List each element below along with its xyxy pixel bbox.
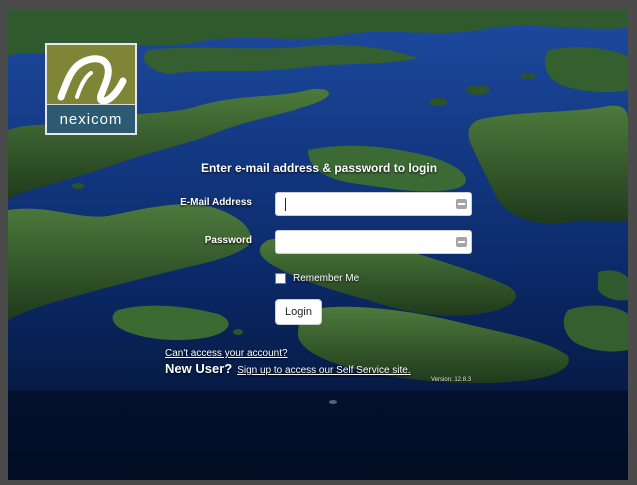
login-heading: Enter e-mail address & password to login (200, 161, 438, 175)
new-user-label: New User? (165, 361, 233, 376)
logo-band: nexicom (47, 104, 135, 133)
nexicom-logo: nexicom (45, 43, 137, 135)
email-input[interactable] (282, 194, 452, 214)
signup-link[interactable]: Sign up to access our Self Service site. (237, 365, 410, 376)
autofill-key-icon[interactable] (456, 237, 467, 247)
remember-me-row[interactable]: Remember Me (275, 273, 359, 284)
password-input[interactable] (282, 232, 452, 252)
email-label: E-Mail Address (180, 197, 252, 208)
cant-access-link[interactable]: Can't access your account? (165, 348, 288, 359)
autofill-key-icon[interactable] (456, 199, 467, 209)
remember-me-checkbox[interactable] (275, 273, 286, 284)
login-page-frame: nexicom Enter e-mail address & password … (8, 10, 628, 480)
logo-n-mark-icon (57, 55, 127, 105)
text-caret (285, 198, 286, 211)
logo-text: nexicom (59, 110, 123, 128)
password-label: Password (204, 235, 252, 246)
email-field[interactable] (275, 192, 472, 216)
version-text: Version: 12.8.3 (431, 377, 472, 383)
password-field[interactable] (275, 230, 472, 254)
login-button[interactable]: Login (275, 299, 322, 325)
remember-me-label[interactable]: Remember Me (293, 273, 359, 284)
new-user-row: New User? Sign up to access our Self Ser… (165, 361, 411, 376)
